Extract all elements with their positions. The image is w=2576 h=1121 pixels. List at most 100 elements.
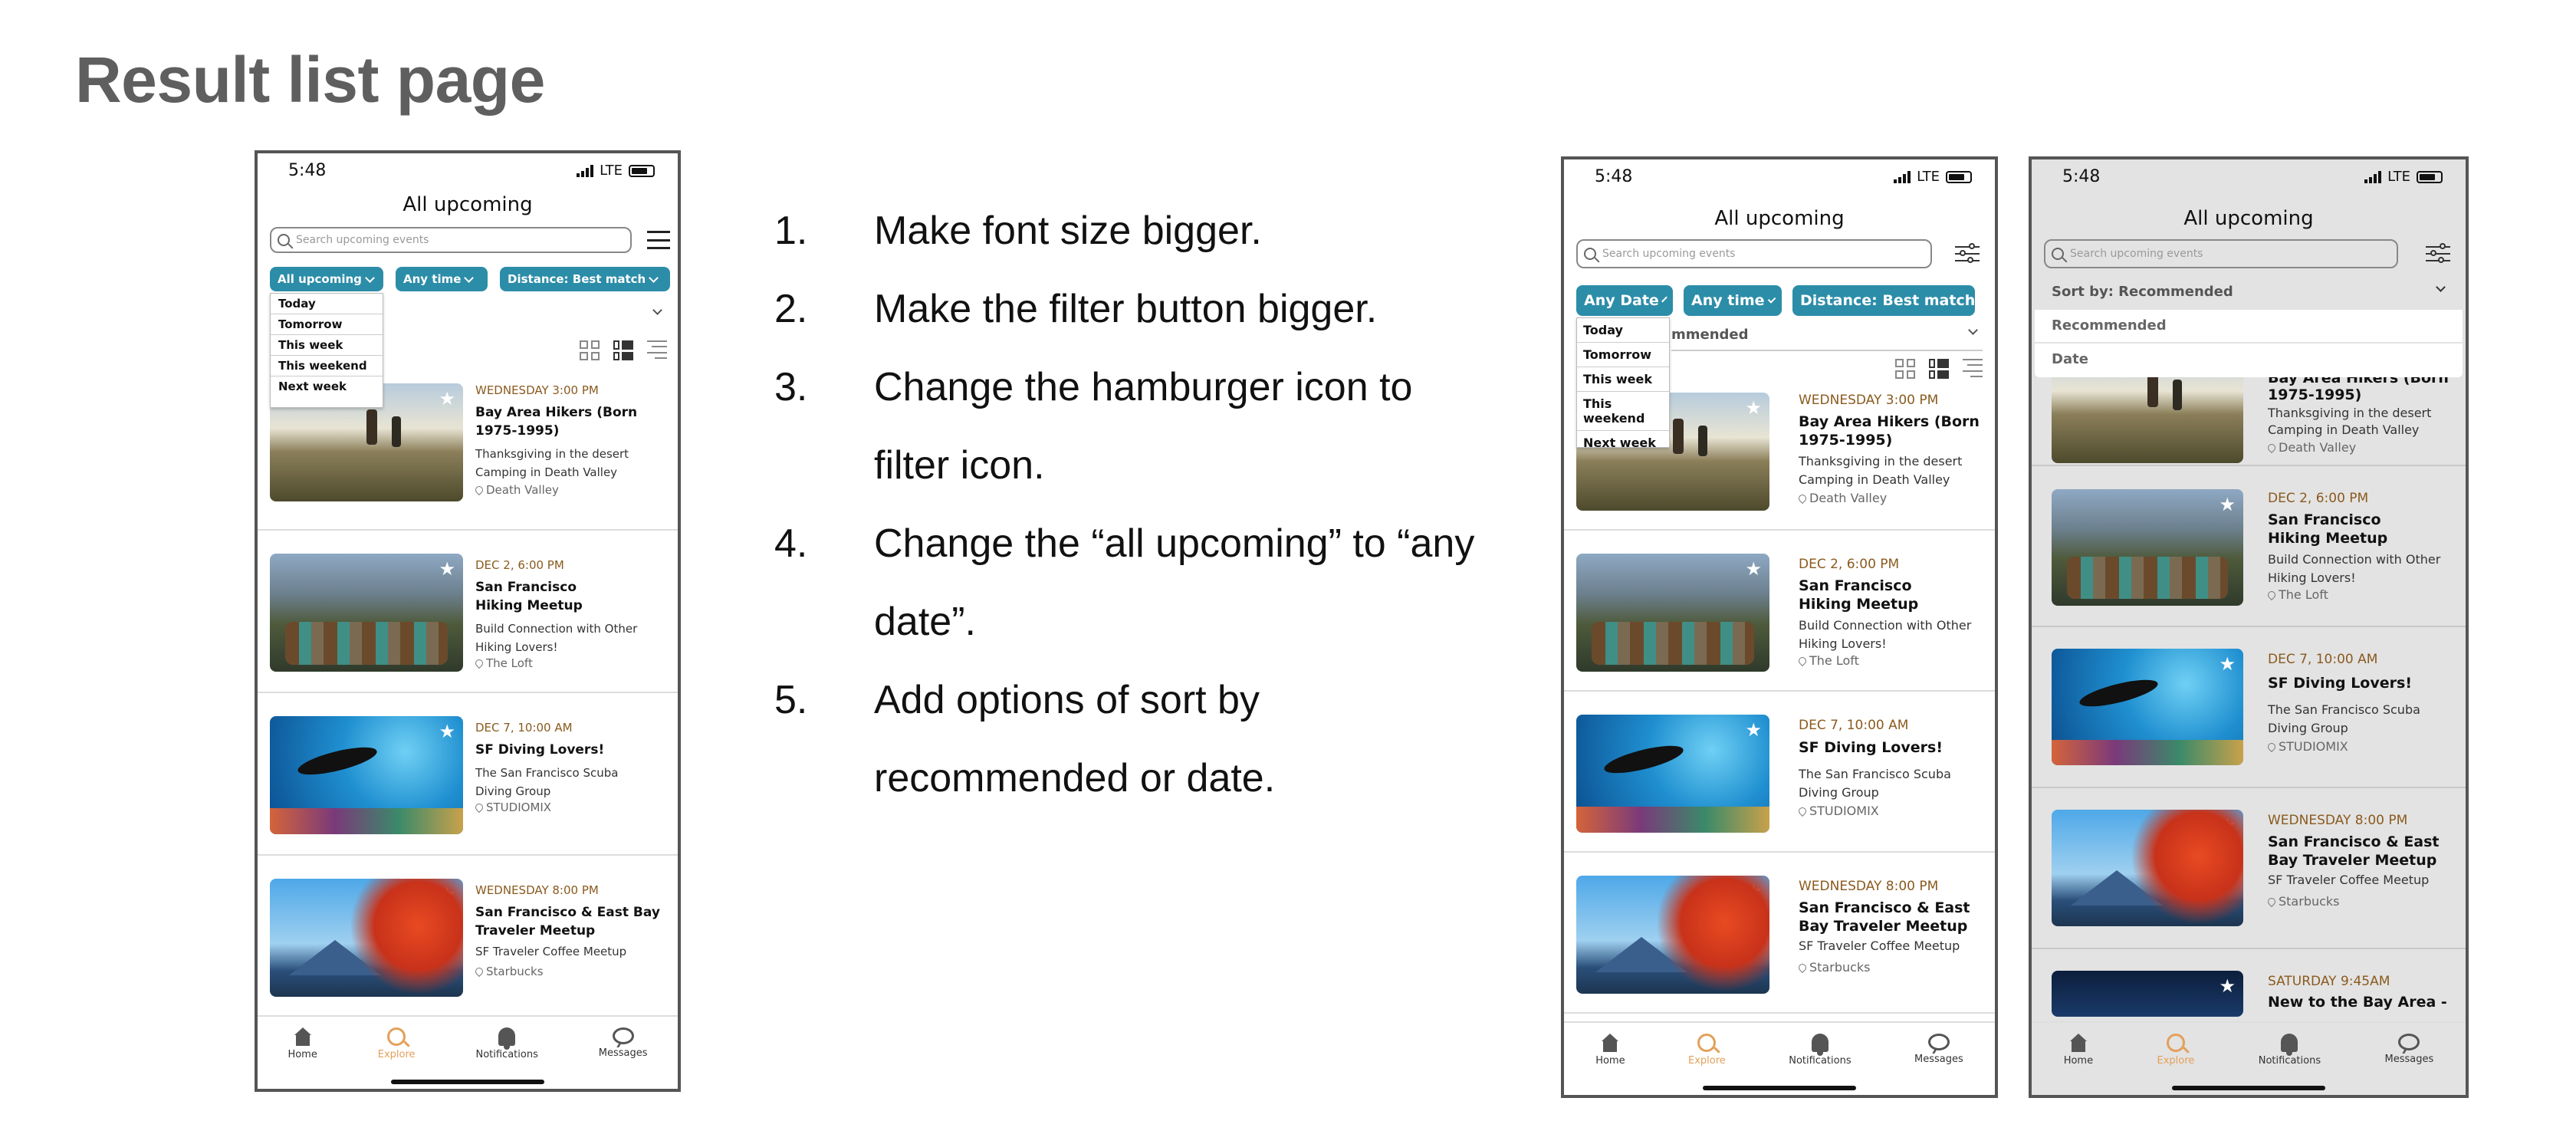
event-card[interactable]: ★ DEC 7, 10:00 AM SF Diving Lovers! The … [258, 693, 678, 856]
message-icon [612, 1027, 634, 1044]
home-icon [1600, 1034, 1620, 1052]
star-icon[interactable]: ★ [1745, 560, 1762, 578]
note-item: 2. Make the filter button bigger. [774, 270, 1480, 348]
event-name: San Francisco Hiking Meetup [2268, 511, 2388, 547]
distance-filter-chip[interactable]: Distance: Best match [500, 267, 670, 291]
event-description: The San Francisco Scuba Diving Group [1799, 767, 1951, 800]
home-icon [2068, 1034, 2088, 1052]
battery-icon [629, 164, 655, 177]
event-card[interactable]: Bay Area Hikers (Born 1975-1995) Thanksgi… [2032, 370, 2466, 466]
event-location: STUDIOMIX [473, 800, 551, 814]
filter-sliders-icon[interactable] [2426, 242, 2450, 265]
event-name: San Francisco & East Bay Traveler Meetup [1799, 899, 1970, 935]
event-card[interactable]: ★ SATURDAY 9:45AM New to the Bay Area - [2032, 949, 2466, 1017]
dropdown-option-next-week[interactable]: Next week [271, 376, 383, 396]
sort-chevron-icon[interactable] [652, 305, 662, 315]
star-icon[interactable]: ★ [439, 390, 455, 408]
location-pin-icon [2266, 442, 2278, 453]
event-card[interactable]: ★ WEDNESDAY 8:00 PM San Francisco & East… [2032, 788, 2466, 949]
dropdown-option-today[interactable]: Today [1577, 318, 1669, 342]
dropdown-option-this-weekend[interactable]: This weekend [271, 355, 383, 376]
search-icon [2052, 248, 2064, 260]
tab-home[interactable]: Home [288, 1017, 317, 1089]
tab-notifications[interactable]: Notifications [2259, 1023, 2321, 1095]
star-icon[interactable]: ★ [2219, 977, 2236, 995]
dropdown-option-tomorrow[interactable]: Tomorrow [1577, 342, 1669, 367]
dropdown-option-today[interactable]: Today [271, 294, 383, 314]
tab-messages[interactable]: Messages [1914, 1023, 1963, 1095]
compact-view-icon[interactable] [647, 340, 667, 359]
dropdown-option-next-week[interactable]: Next week [1577, 430, 1669, 455]
star-icon[interactable]: ★ [1745, 882, 1762, 900]
event-list: ★ WEDNESDAY 3:00 PM Bay Area Hikers (Bor… [1564, 385, 1995, 1014]
sort-option-recommended[interactable]: Recommended [2035, 310, 2463, 344]
date-filter-chip[interactable]: Any Date [1576, 285, 1673, 316]
event-card[interactable]: ★ WEDNESDAY 8:00 PM San Francisco & East… [258, 856, 678, 1018]
dropdown-option-this-week[interactable]: This week [1577, 367, 1669, 391]
event-card[interactable]: ★ DEC 2, 6:00 PM San Francisco Hiking Mee… [2032, 466, 2466, 627]
signal-icon [1894, 170, 1911, 183]
event-location: The Loft [2266, 587, 2328, 602]
event-description: SF Traveler Coffee Meetup [1799, 939, 1960, 953]
tab-explore[interactable]: Explore [378, 1017, 416, 1089]
home-indicator [1703, 1086, 1856, 1090]
note-number: 2. [774, 287, 808, 331]
list-view-icon[interactable] [613, 340, 633, 360]
event-card[interactable]: ★ DEC 7, 10:00 AM SF Diving Lovers! The … [1564, 692, 1995, 853]
compact-view-icon[interactable] [1963, 359, 1983, 377]
note-text: Add options of sort by recommended or da… [874, 678, 1276, 800]
tab-notifications[interactable]: Notifications [475, 1017, 538, 1089]
list-view-icon[interactable] [1929, 359, 1949, 379]
tab-messages[interactable]: Messages [2385, 1023, 2433, 1095]
search-input[interactable]: Search upcoming events [2044, 239, 2398, 268]
dropdown-option-this-weekend[interactable]: This weekend [1577, 391, 1669, 430]
fuji-photo: ★ [2052, 810, 2243, 926]
star-icon[interactable]: ★ [1745, 399, 1762, 417]
sort-by-label[interactable]: Sort by: Recommended [2052, 284, 2233, 300]
boots-photo: ★ [270, 554, 463, 672]
event-card[interactable]: ★ WEDNESDAY 8:00 PM San Francisco & East… [1564, 853, 1995, 1014]
star-icon[interactable]: ★ [439, 560, 455, 578]
time-filter-chip[interactable]: Any time [1684, 285, 1782, 316]
star-icon[interactable]: ★ [2219, 816, 2236, 834]
star-icon[interactable]: ★ [439, 722, 455, 741]
sort-option-date[interactable]: Date [2035, 344, 2463, 377]
tab-home[interactable]: Home [1595, 1023, 1625, 1095]
tab-messages[interactable]: Messages [599, 1017, 648, 1089]
search-input[interactable]: Search upcoming events [1576, 239, 1932, 268]
night-photo: ★ [2052, 971, 2243, 1017]
chevron-down-icon [1661, 296, 1668, 302]
grid-view-icon[interactable] [1895, 359, 1915, 379]
star-icon[interactable]: ★ [1745, 721, 1762, 739]
tab-explore[interactable]: Explore [2157, 1023, 2194, 1095]
distance-filter-chip[interactable]: Distance: Best match [1792, 285, 1984, 316]
date-filter-chip[interactable]: All upcoming [270, 267, 383, 291]
event-card[interactable]: ★ DEC 2, 6:00 PM San Francisco Hiking Mee… [258, 531, 678, 693]
search-input[interactable]: Search upcoming events [270, 227, 632, 253]
dropdown-option-tomorrow[interactable]: Tomorrow [271, 314, 383, 334]
star-icon[interactable]: ★ [439, 885, 455, 903]
status-time: 5:48 [288, 161, 327, 180]
hamburger-menu-icon[interactable] [647, 231, 670, 249]
sort-chevron-icon[interactable] [1968, 325, 1978, 335]
event-card[interactable]: ★ DEC 7, 10:00 AM SF Diving Lovers! The … [2032, 627, 2466, 788]
dropdown-option-this-week[interactable]: This week [271, 334, 383, 355]
location-pin-icon [473, 484, 485, 496]
bell-icon [1811, 1034, 1829, 1056]
tab-home[interactable]: Home [2064, 1023, 2093, 1095]
event-card[interactable]: ★ DEC 2, 6:00 PM San Francisco Hiking Mee… [1564, 531, 1995, 692]
star-icon[interactable]: ★ [2219, 495, 2236, 514]
star-icon[interactable]: ★ [2219, 655, 2236, 673]
chevron-down-icon [365, 272, 375, 283]
location-pin-icon [473, 965, 485, 978]
sort-label-partial[interactable]: mmended [1671, 327, 1749, 343]
tab-explore[interactable]: Explore [1688, 1023, 1726, 1095]
time-filter-chip[interactable]: Any time [396, 267, 488, 291]
date-dropdown-menu: Today Tomorrow This week This weekend Ne… [1576, 317, 1670, 450]
grid-view-icon[interactable] [580, 340, 600, 360]
tab-notifications[interactable]: Notifications [1789, 1023, 1852, 1095]
filter-sliders-icon[interactable] [1955, 242, 1980, 265]
chevron-down-icon [1977, 296, 1984, 302]
sort-chevron-icon[interactable] [2436, 282, 2446, 292]
event-list: Bay Area Hikers (Born 1975-1995) Thanksgi… [2032, 370, 2466, 1017]
